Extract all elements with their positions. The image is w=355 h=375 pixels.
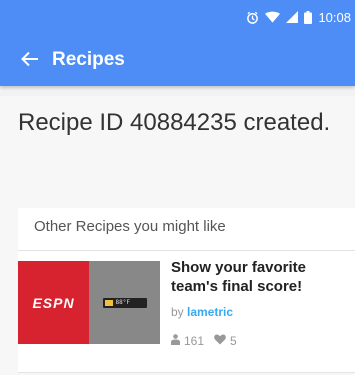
lametric-device-image: 88°F bbox=[89, 261, 160, 344]
device-icon bbox=[104, 299, 113, 306]
like-count: 5 bbox=[230, 334, 237, 348]
recipe-author: by lametric bbox=[171, 305, 233, 319]
app-bar: Recipes bbox=[0, 34, 355, 86]
battery-icon bbox=[304, 10, 313, 24]
recipe-title[interactable]: Show your favorite team's final score! bbox=[171, 258, 351, 296]
by-prefix: by bbox=[171, 305, 184, 319]
heart-icon bbox=[214, 334, 230, 348]
recommendations-section: Other Recipes you might like ESPN 88°F S… bbox=[18, 208, 355, 373]
recipe-stats: 161 5 bbox=[171, 334, 237, 348]
alarm-icon bbox=[246, 11, 259, 24]
recommendations-heading: Other Recipes you might like bbox=[34, 218, 226, 235]
lametric-device: 88°F bbox=[102, 297, 147, 308]
arrow-left-icon bbox=[21, 47, 39, 73]
author-link[interactable]: lametric bbox=[187, 305, 233, 319]
clock-time: 10:08 bbox=[318, 9, 351, 25]
user-icon bbox=[171, 334, 184, 348]
status-bar: 10:08 bbox=[0, 0, 355, 34]
wifi-icon bbox=[265, 11, 281, 23]
signal-icon bbox=[286, 11, 299, 23]
recipe-thumbnail[interactable]: ESPN 88°F bbox=[18, 261, 160, 344]
back-button[interactable] bbox=[0, 34, 60, 86]
created-message: Recipe ID 40884235 created. bbox=[18, 109, 331, 136]
device-display-text: 88°F bbox=[115, 299, 130, 306]
content-panel: Recipe ID 40884235 created. Other Recipe… bbox=[0, 96, 355, 375]
page-title: Recipes bbox=[52, 49, 125, 70]
divider bbox=[18, 250, 355, 251]
user-count: 161 bbox=[184, 334, 205, 348]
divider bbox=[18, 372, 355, 373]
espn-logo: ESPN bbox=[18, 261, 89, 344]
